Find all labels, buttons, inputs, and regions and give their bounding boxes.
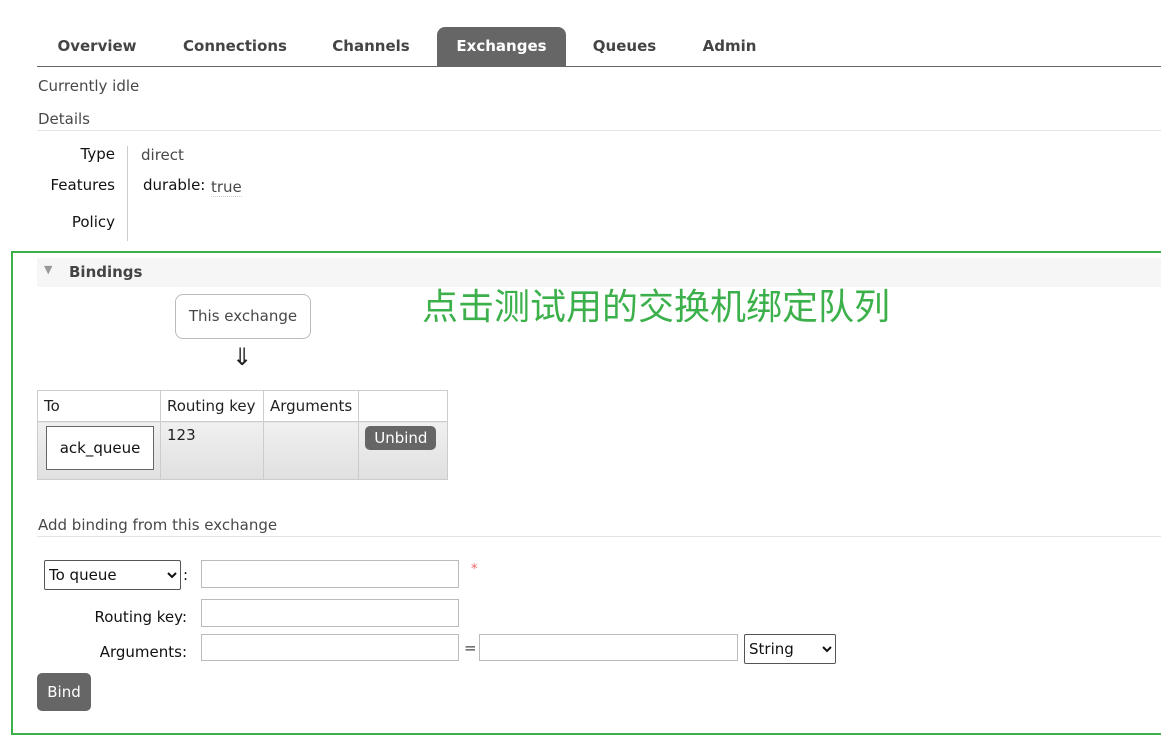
durable-value: true: [211, 178, 242, 197]
column-header: Arguments: [262, 390, 360, 422]
divider: [127, 146, 128, 241]
details-heading[interactable]: Details: [38, 110, 90, 128]
source-exchange-box: This exchange: [175, 294, 311, 339]
table-row: ack_queue 123 Unbind: [37, 421, 449, 480]
unbind-button[interactable]: Unbind: [365, 426, 437, 450]
nav-tabs: Overview Connections Channels Exchanges …: [37, 27, 1161, 67]
colon: :: [183, 566, 189, 584]
tab-exchanges[interactable]: Exchanges: [437, 27, 566, 66]
queue-link[interactable]: ack_queue: [46, 426, 154, 470]
routing-key-cell: 123: [160, 421, 264, 480]
collapse-triangle-icon: ▼: [44, 263, 53, 276]
required-mark: *: [471, 562, 478, 577]
tab-queues[interactable]: Queues: [582, 27, 667, 66]
tab-channels[interactable]: Channels: [317, 27, 425, 66]
column-header: Routing key: [160, 390, 264, 422]
tab-overview[interactable]: Overview: [42, 27, 152, 66]
annotation-text: 点击测试用的交换机绑定队列: [422, 287, 891, 328]
bind-button[interactable]: Bind: [37, 673, 91, 711]
divider: [37, 130, 1161, 131]
type-label: Type: [80, 145, 115, 163]
destination-type-select[interactable]: To queue: [44, 560, 181, 590]
equals-sign: =: [464, 639, 477, 657]
column-header: To: [37, 390, 161, 422]
features-label: Features: [50, 176, 116, 194]
column-header: [358, 390, 449, 422]
argument-value-input[interactable]: [479, 634, 738, 661]
policy-label: Policy: [71, 213, 115, 231]
destination-input[interactable]: [201, 560, 459, 588]
argument-key-input[interactable]: [201, 634, 459, 661]
bindings-title: Bindings: [69, 263, 143, 281]
arguments-cell: [262, 421, 360, 480]
argument-type-select[interactable]: String: [744, 634, 836, 664]
type-value: direct: [141, 146, 184, 164]
bindings-table: To Routing key Arguments ack_queue 123 U…: [37, 390, 449, 480]
tab-connections[interactable]: Connections: [167, 27, 303, 66]
arguments-label: Arguments:: [99, 643, 187, 661]
status-text: Currently idle: [38, 77, 140, 95]
divider: [37, 536, 1161, 537]
tab-admin[interactable]: Admin: [687, 27, 772, 66]
add-binding-heading: Add binding from this exchange: [38, 516, 278, 534]
routing-key-input[interactable]: [201, 599, 459, 627]
routing-key-label: Routing key:: [94, 608, 188, 626]
down-arrow-icon: ⇓: [232, 343, 253, 371]
durable-key: durable:: [143, 176, 206, 194]
